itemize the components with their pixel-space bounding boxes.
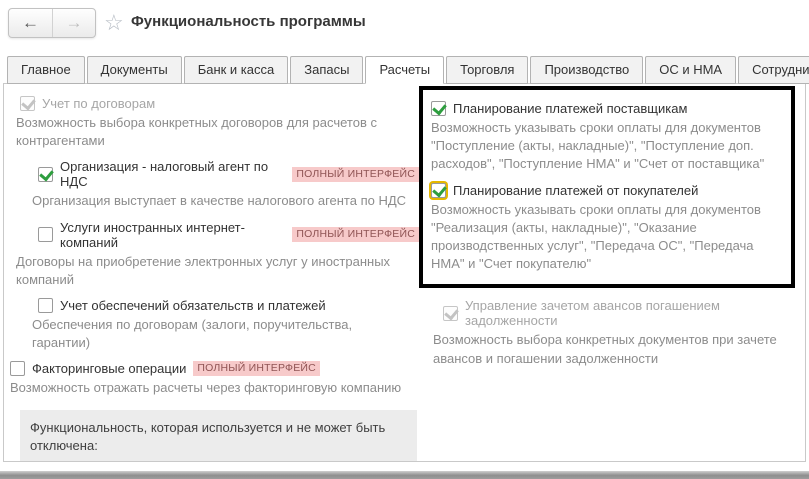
full-interface-badge: ПОЛНЫЙ ИНТЕРФЕЙС (193, 361, 320, 376)
feature-checkbox-label[interactable]: Планирование платежей от покупателей (453, 183, 698, 198)
full-interface-badge: ПОЛНЫЙ ИНТЕРФЕЙС (292, 167, 419, 182)
tab-запасы[interactable]: Запасы (290, 56, 363, 84)
feature-description: Организация выступает в качестве налогов… (32, 192, 411, 210)
lower-feature-group: Управление зачетом авансов погашением за… (431, 298, 805, 367)
feature-description: Возможность выбора конкретных документов… (433, 331, 797, 367)
feature-checkbox-label[interactable]: Организация - налоговый агент по НДС (60, 159, 285, 189)
feature-checkbox-label[interactable]: Учет по договорам (42, 96, 155, 111)
feature-description: Договоры на приобретение электронных усл… (16, 253, 411, 289)
forward-button[interactable]: → (52, 9, 95, 37)
tab-документы[interactable]: Документы (87, 56, 182, 84)
window-bottom-edge (0, 471, 809, 479)
tab-сотрудники[interactable]: Сотрудники (738, 56, 809, 84)
feature-checkbox[interactable] (431, 183, 446, 198)
back-button[interactable]: ← (9, 9, 52, 37)
feature-description: Возможность выбора конкретных договоров … (16, 114, 411, 150)
feature-checkbox[interactable] (10, 361, 25, 376)
feature-checkbox-label[interactable]: Управление зачетом авансов погашением за… (465, 298, 805, 328)
feature-description: Возможность указывать сроки оплаты для д… (431, 201, 775, 274)
feature-checkbox[interactable] (38, 227, 53, 242)
feature-checkbox-label[interactable]: Планирование платежей поставщикам (453, 101, 687, 116)
tab-банк-и-касса[interactable]: Банк и касса (184, 56, 289, 84)
tab-расчеты[interactable]: Расчеты (365, 56, 444, 84)
history-nav: ← → (8, 8, 96, 38)
favorite-star-icon[interactable]: ☆ (104, 10, 124, 36)
left-column: Учет по договорам Возможность выбора конк… (4, 84, 419, 461)
feature-description: Возможность отражать расчеты через факто… (10, 379, 411, 397)
annotation-highlight-box: Планирование платежей поставщикам Возможн… (419, 86, 795, 288)
feature-checkbox-label[interactable]: Факторинговые операции (32, 361, 186, 376)
feature-description: Обеспечения по договорам (залоги, поручи… (32, 316, 411, 352)
tab-торговля[interactable]: Торговля (446, 56, 528, 84)
feature-checkbox[interactable] (431, 101, 446, 116)
full-interface-badge: ПОЛНЫЙ ИНТЕРФЕЙС (292, 227, 419, 242)
tab-strip: ГлавноеДокументыБанк и кассаЗапасыРасчет… (3, 57, 806, 84)
settings-panel: Учет по договорам Возможность выбора конк… (3, 84, 806, 462)
locked-functionality-box: Функциональность, которая используется и… (20, 410, 417, 463)
feature-checkbox[interactable] (38, 167, 53, 182)
feature-checkbox[interactable] (443, 306, 458, 321)
feature-checkbox[interactable] (20, 96, 35, 111)
right-column: Планирование платежей поставщикам Возможн… (419, 84, 805, 461)
tab-главное[interactable]: Главное (7, 56, 85, 84)
functionality-window: ← → ☆ Функциональность программы Главное… (0, 0, 809, 479)
tab-производство[interactable]: Производство (530, 56, 643, 84)
page-title: Функциональность программы (131, 13, 366, 30)
feature-checkbox-label[interactable]: Услуги иностранных интернет-компаний (60, 220, 285, 250)
feature-checkbox[interactable] (38, 298, 53, 313)
tab-ос-и-нма[interactable]: ОС и НМА (645, 56, 736, 84)
feature-checkbox-label[interactable]: Учет обеспечений обязательств и платежей (60, 298, 326, 313)
locked-functionality-text: Функциональность, которая используется и… (30, 419, 407, 455)
feature-description: Возможность указывать сроки оплаты для д… (431, 119, 775, 174)
